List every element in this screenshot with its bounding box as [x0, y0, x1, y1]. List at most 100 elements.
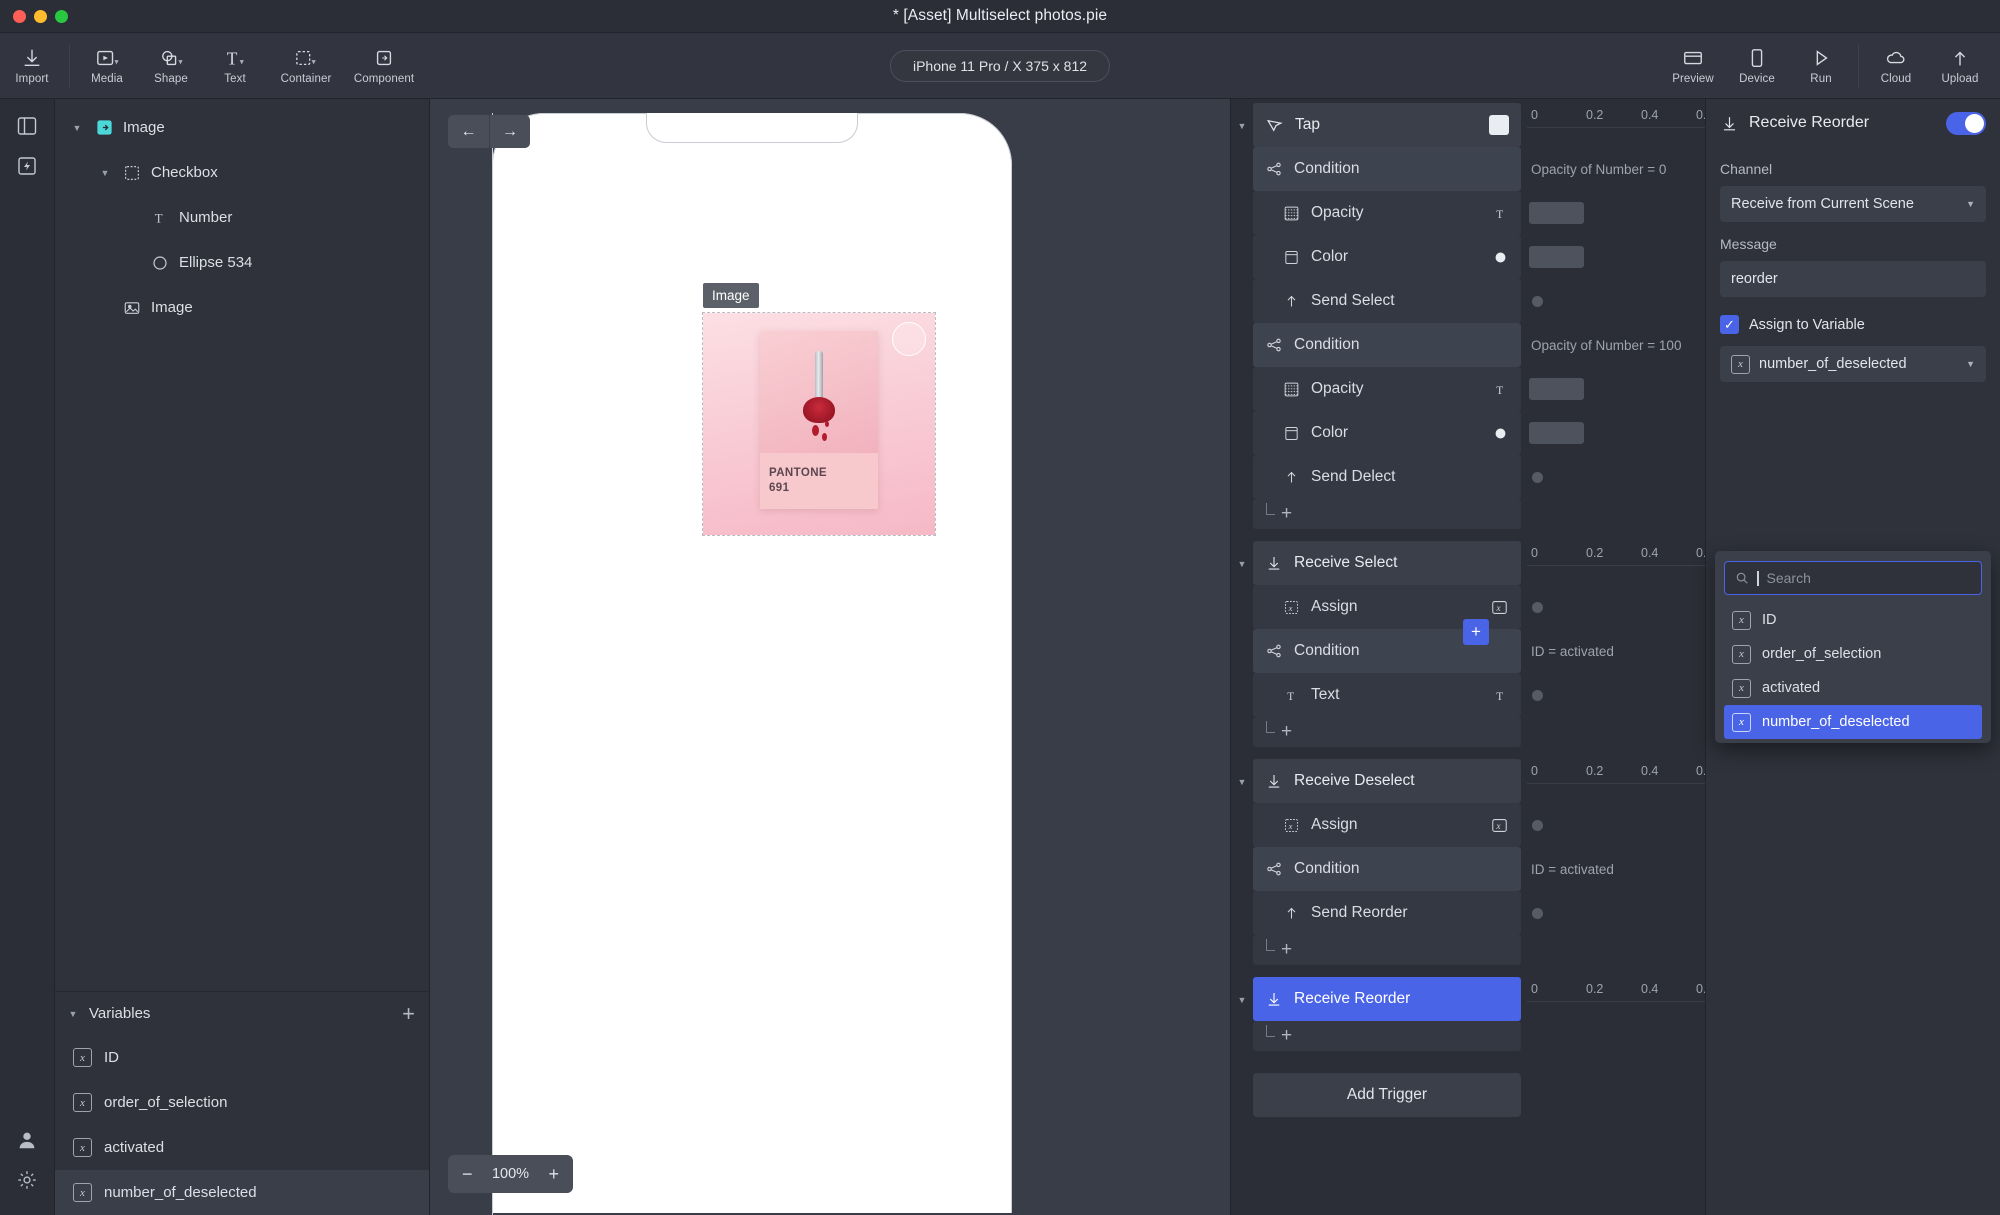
timeline-keyframe[interactable] — [1532, 907, 1543, 919]
timeline-track[interactable] — [1521, 279, 1705, 323]
toolbar-shape-button[interactable]: ▾ Shape — [139, 33, 203, 98]
trigger-enabled-toggle[interactable] — [1946, 111, 1986, 135]
layer-row-number[interactable]: T Number — [55, 195, 429, 240]
zoom-in-button[interactable]: + — [548, 1165, 559, 1183]
settings-gear-icon[interactable] — [10, 1163, 44, 1197]
toolbar-cloud-button[interactable]: Cloud — [1864, 33, 1928, 98]
insert-action-button[interactable]: + — [1463, 619, 1489, 645]
dropdown-option-order-of-selection[interactable]: x order_of_selection — [1724, 637, 1982, 671]
toolbar-device-button[interactable]: Device — [1725, 33, 1789, 98]
block-twisty-icon[interactable]: ▼ — [1231, 103, 1253, 147]
twisty-icon[interactable]: ▼ — [65, 1009, 81, 1019]
zoom-out-button[interactable]: − — [462, 1165, 473, 1183]
block-twisty-icon[interactable]: ▼ — [1231, 541, 1253, 585]
action-assign[interactable]: x Assign x — [1253, 803, 1521, 847]
timeline-keyframe[interactable] — [1532, 689, 1543, 701]
layer-row-ellipse[interactable]: Ellipse 534 — [55, 240, 429, 285]
timeline-keyframe[interactable] — [1532, 295, 1543, 307]
toolbar-container-button[interactable]: ▾ Container — [267, 33, 345, 98]
timeline-track[interactable] — [1521, 891, 1705, 935]
timeline-bar[interactable] — [1529, 422, 1584, 444]
artboard[interactable] — [492, 113, 1012, 1213]
dropdown-option-id[interactable]: x ID — [1724, 603, 1982, 637]
timeline-bar[interactable] — [1529, 202, 1584, 224]
add-variable-button[interactable]: + — [402, 1002, 415, 1025]
add-action-button[interactable]: + — [1253, 717, 1521, 747]
add-action-button[interactable]: + — [1253, 499, 1521, 529]
action-condition[interactable]: Condition — [1253, 323, 1521, 367]
action-color[interactable]: Color — [1253, 411, 1521, 455]
timeline-track[interactable] — [1521, 367, 1705, 411]
device-selector[interactable]: iPhone 11 Pro / X 375 x 812 — [889, 49, 1111, 82]
twisty-icon[interactable]: ▼ — [97, 168, 113, 178]
timeline-track[interactable] — [1521, 673, 1705, 717]
dropdown-option-activated[interactable]: x activated — [1724, 671, 1982, 705]
panels-icon[interactable] — [10, 109, 44, 143]
action-condition[interactable]: Condition — [1253, 147, 1521, 191]
add-trigger-button[interactable]: Add Trigger — [1253, 1073, 1521, 1117]
action-opacity[interactable]: Opacity T — [1253, 367, 1521, 411]
checkbox-ellipse[interactable] — [892, 322, 926, 356]
action-send-deselect[interactable]: Send Delect — [1253, 455, 1521, 499]
layer-row-image[interactable]: Image — [55, 285, 429, 330]
canvas-back-button[interactable]: ← — [448, 115, 489, 148]
action-send-reorder[interactable]: Send Reorder — [1253, 891, 1521, 935]
color-swatch[interactable] — [1489, 115, 1509, 135]
variable-row-number-of-deselected[interactable]: x number_of_deselected — [55, 1170, 429, 1215]
timeline-track[interactable] — [1521, 455, 1705, 499]
action-opacity[interactable]: Opacity T — [1253, 191, 1521, 235]
trigger-head-receive-select[interactable]: Receive Select — [1253, 541, 1521, 585]
timeline-keyframe[interactable] — [1532, 819, 1543, 831]
action-color[interactable]: Color — [1253, 235, 1521, 279]
timeline-keyframe[interactable] — [1532, 601, 1543, 613]
action-send-select[interactable]: Send Select — [1253, 279, 1521, 323]
action-condition[interactable]: Condition — [1253, 847, 1521, 891]
toolbar-text-button[interactable]: T ▾ Text — [203, 33, 267, 98]
toolbar-run-button[interactable]: Run — [1789, 33, 1853, 98]
timeline-bar[interactable] — [1529, 246, 1584, 268]
assign-to-variable-row[interactable]: ✓ Assign to Variable — [1720, 315, 1986, 334]
twisty-icon[interactable]: ▼ — [69, 123, 85, 133]
toolbar-import-button[interactable]: Import — [0, 33, 64, 98]
timeline-bar[interactable] — [1529, 378, 1584, 400]
timeline-track[interactable] — [1521, 235, 1705, 279]
variable-row-id[interactable]: x ID — [55, 1035, 429, 1080]
trigger-head-receive-reorder[interactable]: Receive Reorder — [1253, 977, 1521, 1021]
block-twisty-icon[interactable]: ▼ — [1231, 759, 1253, 803]
timeline-track[interactable] — [1521, 585, 1705, 629]
toolbar-upload-button[interactable]: Upload — [1928, 33, 1992, 98]
trigger-header[interactable]: Tap — [1253, 103, 1521, 147]
selected-image-element[interactable]: PANTONE 691 — [702, 312, 936, 536]
add-action-button[interactable]: + — [1253, 1021, 1521, 1051]
variable-row-activated[interactable]: x activated — [55, 1125, 429, 1170]
channel-select[interactable]: Receive from Current Scene ▼ — [1720, 186, 1986, 222]
canvas-forward-button[interactable]: → — [489, 115, 530, 148]
maximize-window-button[interactable] — [55, 9, 68, 23]
minimize-window-button[interactable] — [34, 9, 47, 23]
timeline-track[interactable] — [1521, 803, 1705, 847]
block-twisty-icon[interactable]: ▼ — [1231, 977, 1253, 1021]
variable-select[interactable]: x number_of_deselected ▼ — [1720, 346, 1986, 382]
timeline-track[interactable] — [1521, 411, 1705, 455]
toolbar-preview-button[interactable]: Preview — [1661, 33, 1725, 98]
trigger-head-tap[interactable]: Tap — [1253, 103, 1521, 147]
canvas-area[interactable]: ← → Image PANTONE 691 − 100% + — [430, 99, 1230, 1215]
assign-to-variable-checkbox[interactable]: ✓ — [1720, 315, 1739, 334]
dropdown-search-input[interactable]: Search — [1724, 561, 1982, 595]
variables-header[interactable]: ▼ Variables + — [55, 991, 429, 1035]
add-action-button[interactable]: + — [1253, 935, 1521, 965]
triggers-icon[interactable] — [10, 149, 44, 183]
timeline-track[interactable] — [1521, 191, 1705, 235]
account-icon[interactable] — [10, 1123, 44, 1157]
message-input[interactable]: reorder — [1720, 261, 1986, 297]
close-window-button[interactable] — [13, 9, 26, 23]
layer-row-image-component[interactable]: ▼ Image — [55, 105, 429, 150]
toolbar-component-button[interactable]: Component — [345, 33, 423, 98]
toolbar-media-button[interactable]: ▾ Media — [75, 33, 139, 98]
variable-row-order-of-selection[interactable]: x order_of_selection — [55, 1080, 429, 1125]
trigger-head-receive-deselect[interactable]: Receive Deselect — [1253, 759, 1521, 803]
layer-row-checkbox[interactable]: ▼ Checkbox — [55, 150, 429, 195]
dropdown-option-number-of-deselected[interactable]: x number_of_deselected — [1724, 705, 1982, 739]
action-text[interactable]: T Text T — [1253, 673, 1521, 717]
timeline-keyframe[interactable] — [1532, 471, 1543, 483]
